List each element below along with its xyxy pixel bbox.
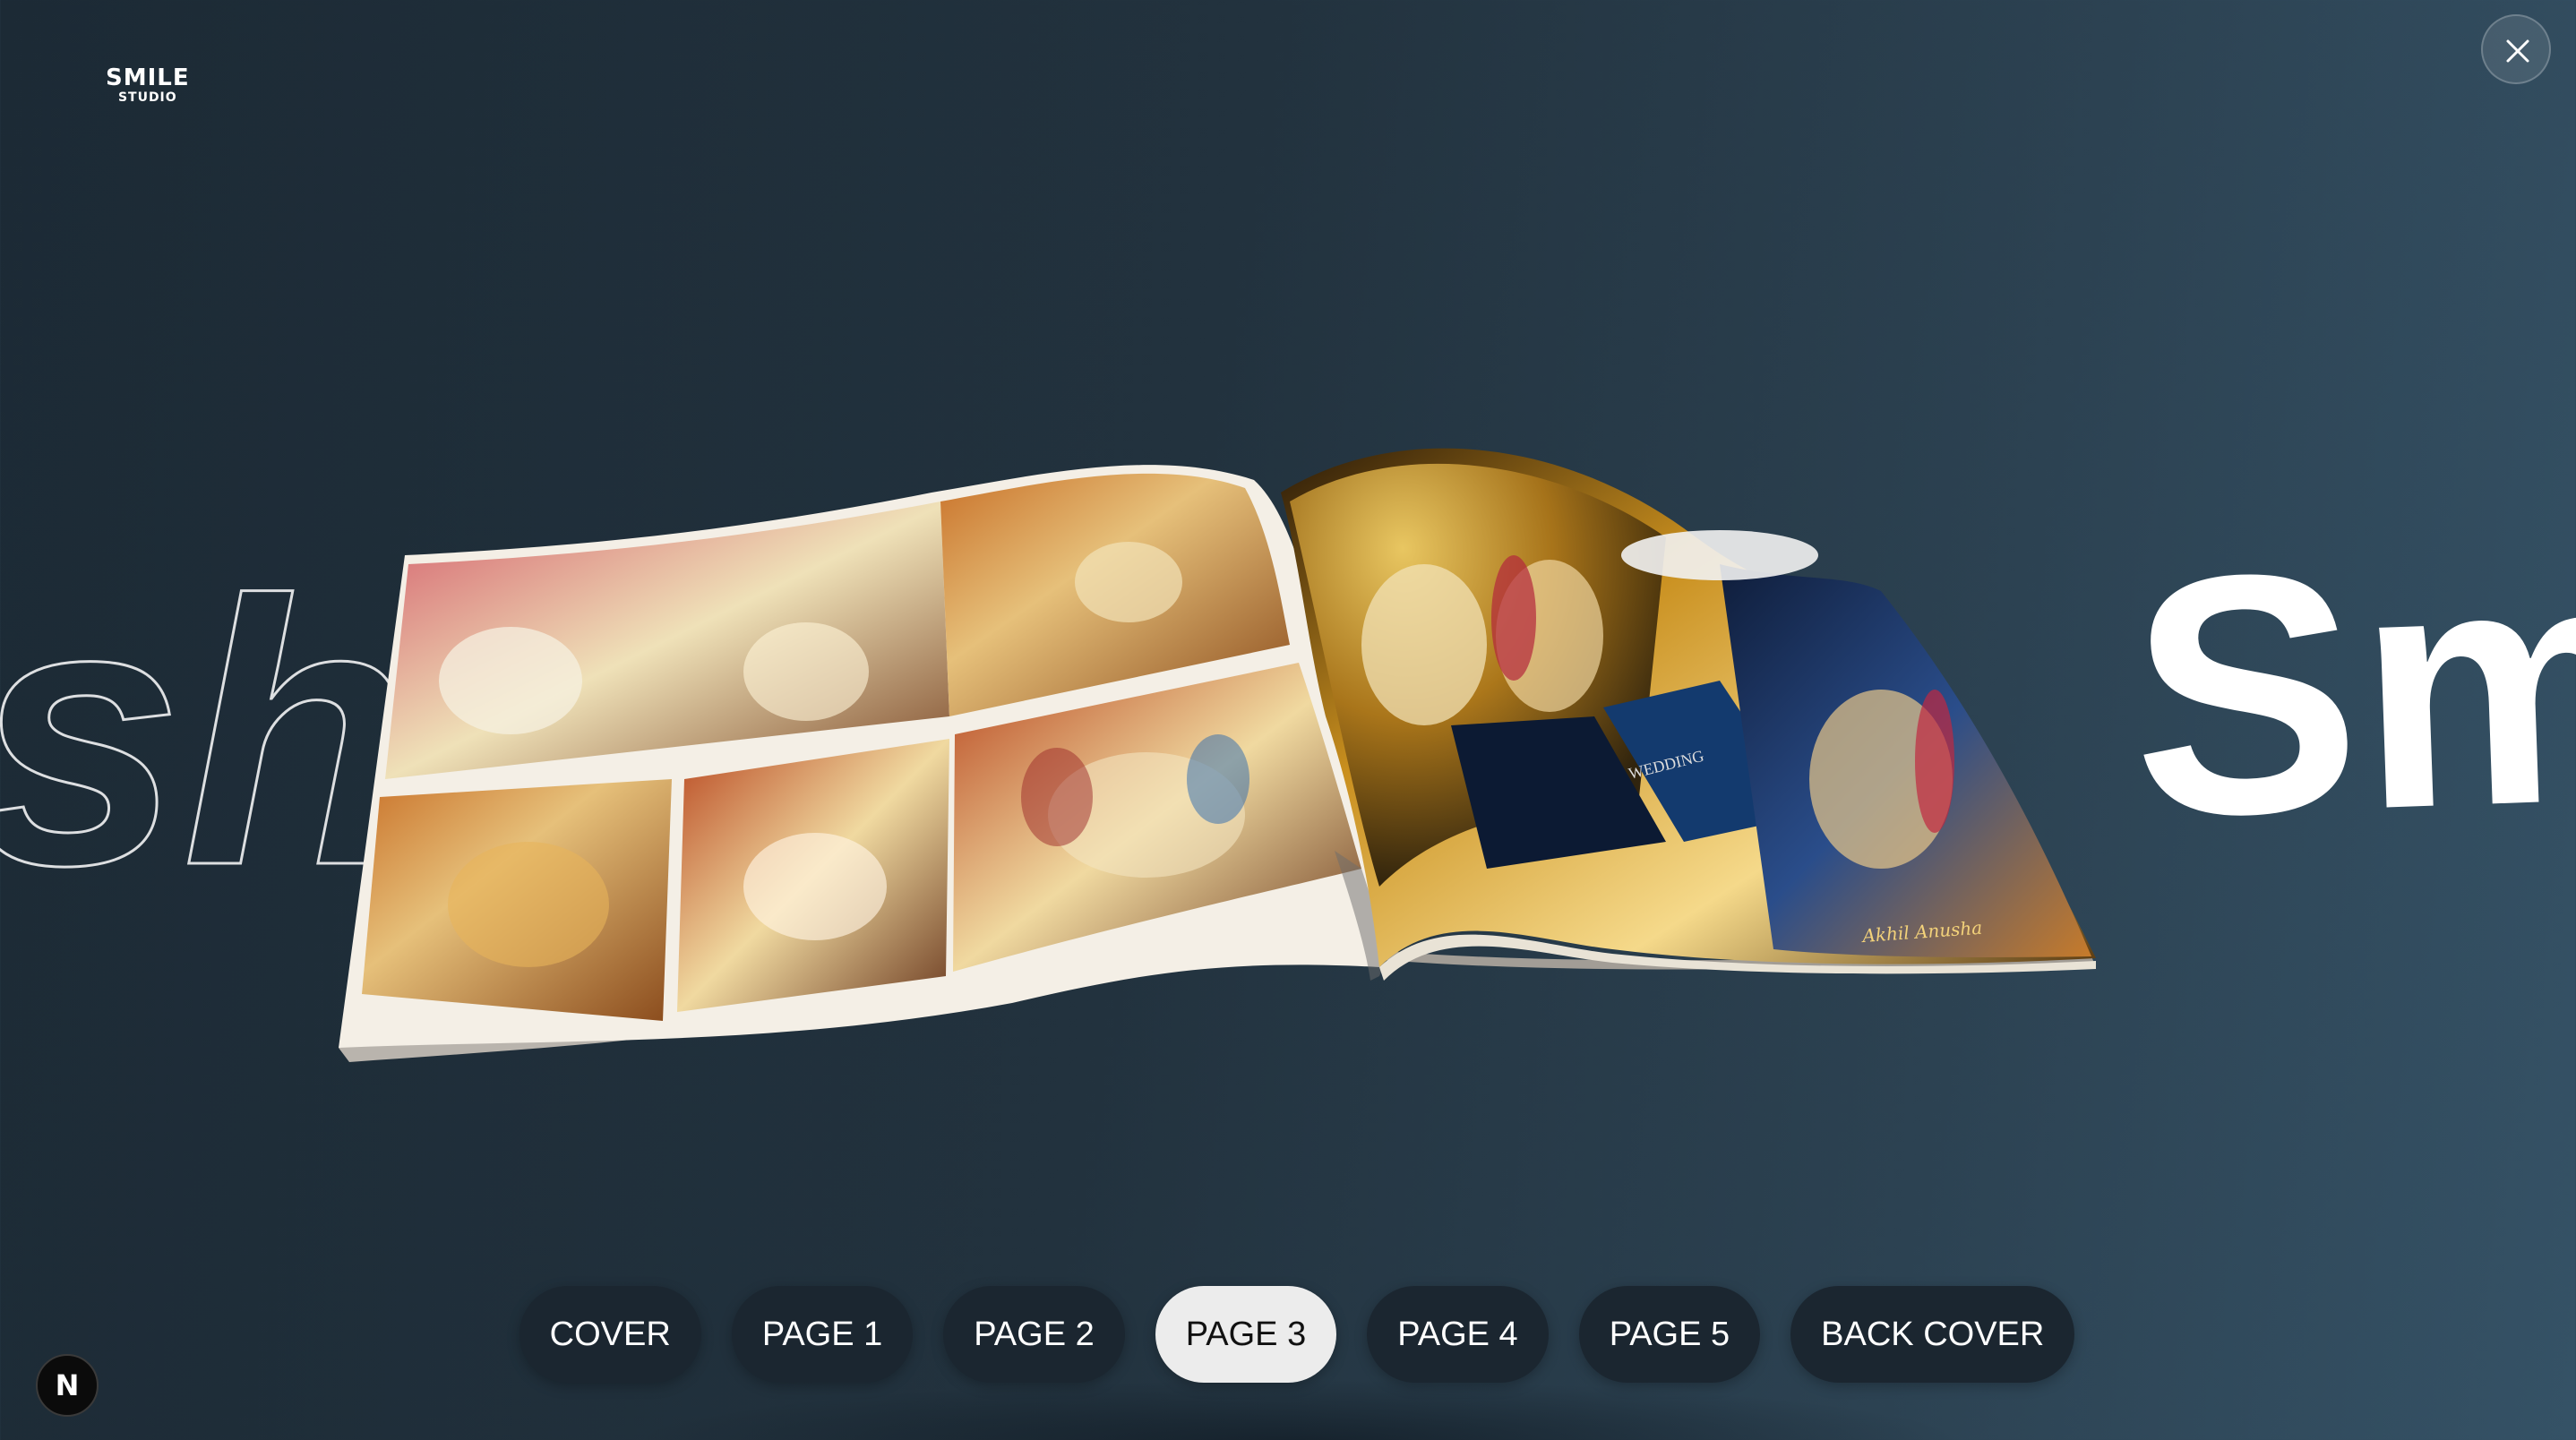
close-icon xyxy=(2506,39,2529,63)
dev-badge-label: N xyxy=(55,1368,80,1402)
page-navigation: COVER PAGE 1 PAGE 2 PAGE 3 PAGE 4 PAGE 5… xyxy=(0,1286,2576,1383)
nextjs-icon[interactable]: N xyxy=(36,1354,99,1417)
nav-page-3-button[interactable]: PAGE 3 xyxy=(1155,1286,1337,1383)
nav-page-5-button[interactable]: PAGE 5 xyxy=(1578,1286,1761,1383)
close-button[interactable] xyxy=(2481,14,2551,84)
photo-album-spread[interactable]: WEDDING Akhil Anusha xyxy=(322,421,2123,1075)
nav-cover-button[interactable]: COVER xyxy=(519,1286,701,1383)
nav-page-1-button[interactable]: PAGE 1 xyxy=(731,1286,914,1383)
nav-back-cover-button[interactable]: BACK COVER xyxy=(1790,1286,2075,1383)
marquee-text-solid: Sm xyxy=(2125,489,2576,889)
brand-logo: SMILE STUDIO xyxy=(106,66,190,104)
brand-logo-line1: SMILE xyxy=(106,64,190,91)
nav-page-2-button[interactable]: PAGE 2 xyxy=(943,1286,1125,1383)
nav-page-4-button[interactable]: PAGE 4 xyxy=(1367,1286,1549,1383)
brand-logo-line2: STUDIO xyxy=(117,90,177,105)
floor-shadow xyxy=(627,1379,1971,1440)
